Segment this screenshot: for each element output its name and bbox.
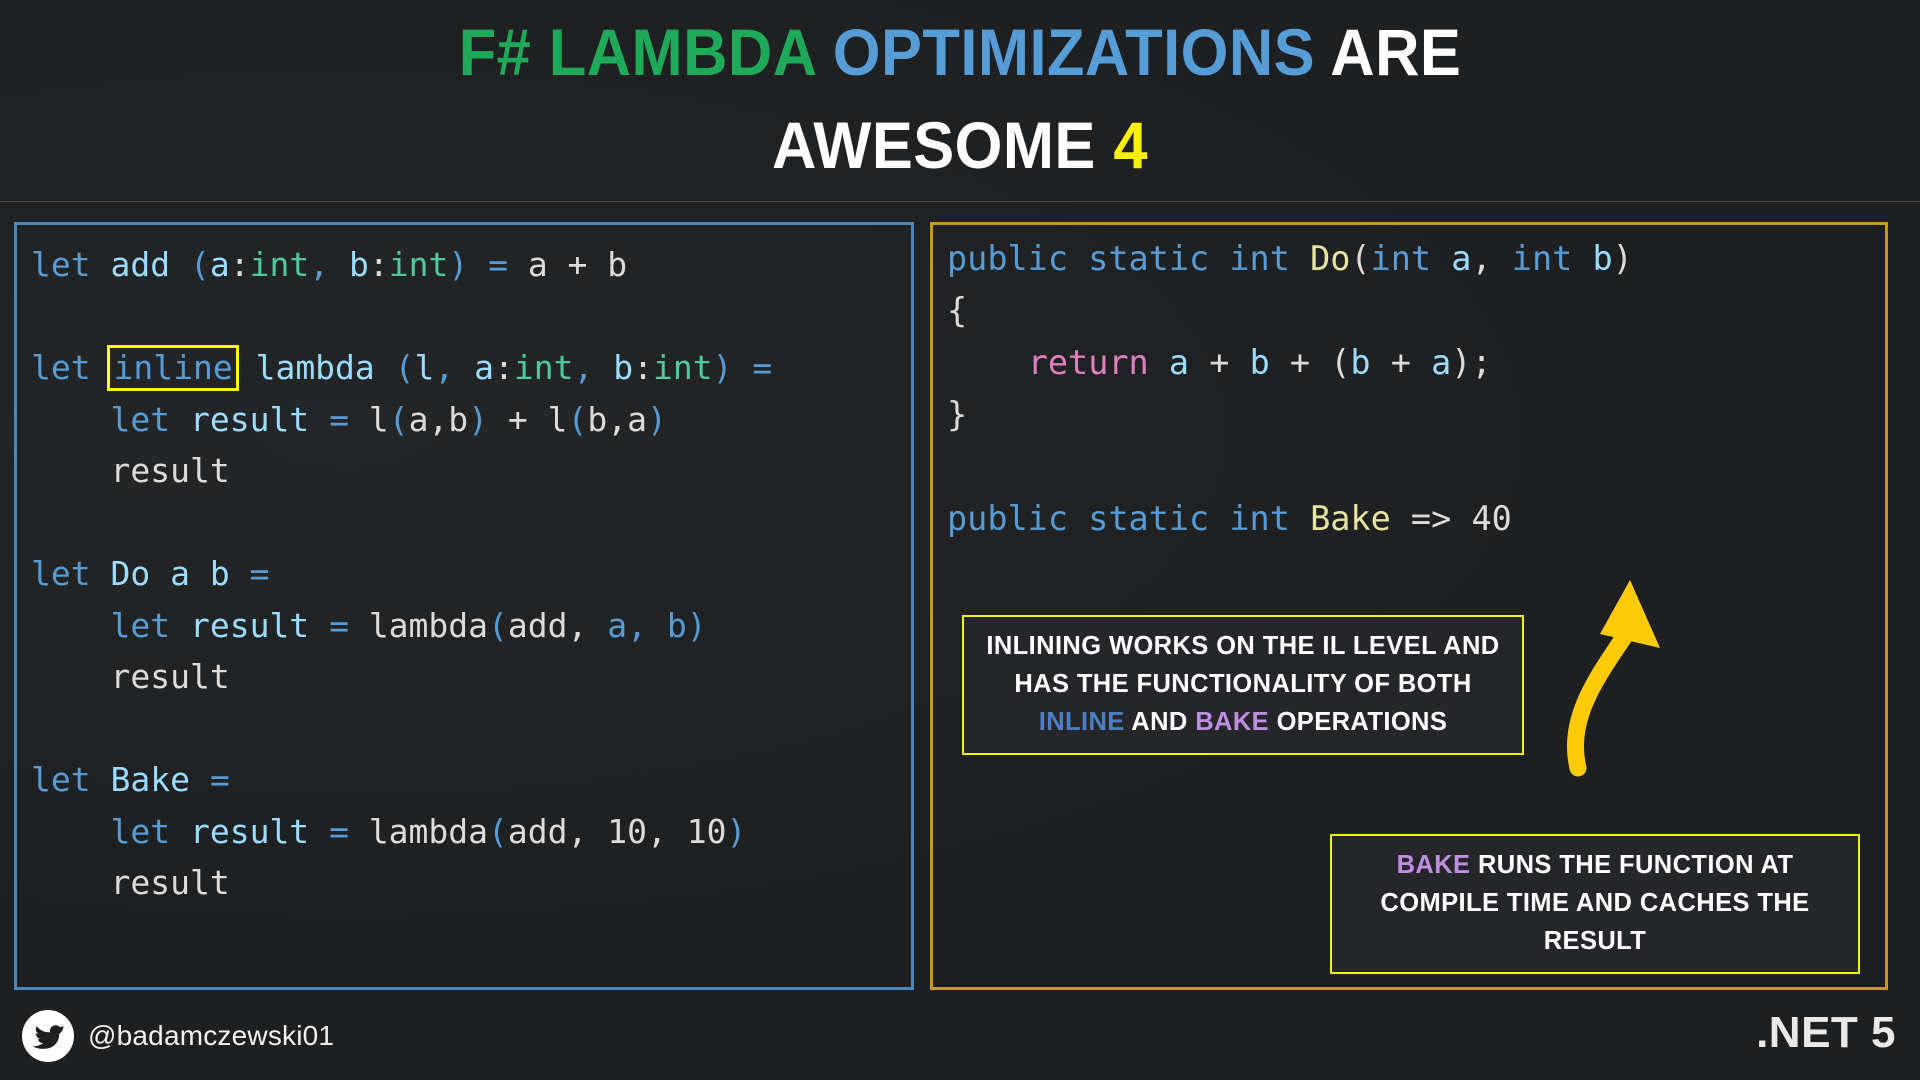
footer: @badamczewski01 .NET 5 — [0, 990, 1920, 1080]
header-divider — [0, 201, 1920, 202]
title-part-optimizations: OPTIMIZATIONS — [832, 15, 1331, 89]
title-part-fsharp-lambda: F# LAMBDA — [458, 15, 833, 89]
bake-note-keyword: BAKE — [1396, 851, 1471, 879]
page-title: F# LAMBDA OPTIMIZATIONS ARE AWESOME 4 — [67, 6, 1853, 192]
inlining-note-inline-keyword: INLINE — [1038, 708, 1125, 736]
inlining-note-pre: INLINING WORKS ON THE IL LEVEL AND HAS T… — [986, 632, 1500, 698]
title-part-are: ARE — [1330, 15, 1462, 89]
twitter-badge[interactable]: @badamczewski01 — [22, 1010, 334, 1062]
inlining-note-post: OPERATIONS — [1276, 708, 1448, 736]
inline-keyword-highlight: inline — [107, 345, 239, 391]
inlining-note-callout: INLINING WORKS ON THE IL LEVEL AND HAS T… — [962, 615, 1524, 755]
csharp-code-block[interactable]: public static int Do(int a, int b) { ret… — [933, 225, 1633, 545]
slide-root: F# LAMBDA OPTIMIZATIONS ARE AWESOME 4 le… — [0, 0, 1920, 1080]
fsharp-code-panel: let add (a:int, b:int) = a + b let inlin… — [14, 222, 914, 990]
title-part-number: 4 — [1113, 108, 1148, 182]
title-line-1: F# LAMBDA OPTIMIZATIONS ARE — [67, 6, 1853, 99]
dotnet-version-label: .NET 5 — [1756, 1008, 1896, 1057]
fsharp-code-block[interactable]: let add (a:int, b:int) = a + b let inlin… — [17, 225, 772, 909]
title-part-awesome: AWESOME — [772, 108, 1114, 182]
twitter-bird-icon — [22, 1010, 74, 1062]
inlining-note-mid: AND — [1131, 708, 1188, 736]
title-line-2: AWESOME 4 — [67, 99, 1853, 192]
twitter-handle: @badamczewski01 — [88, 1020, 335, 1051]
bake-note-callout: BAKE RUNS THE FUNCTION AT COMPILE TIME A… — [1330, 834, 1860, 974]
inlining-note-bake-keyword: BAKE — [1195, 708, 1270, 736]
